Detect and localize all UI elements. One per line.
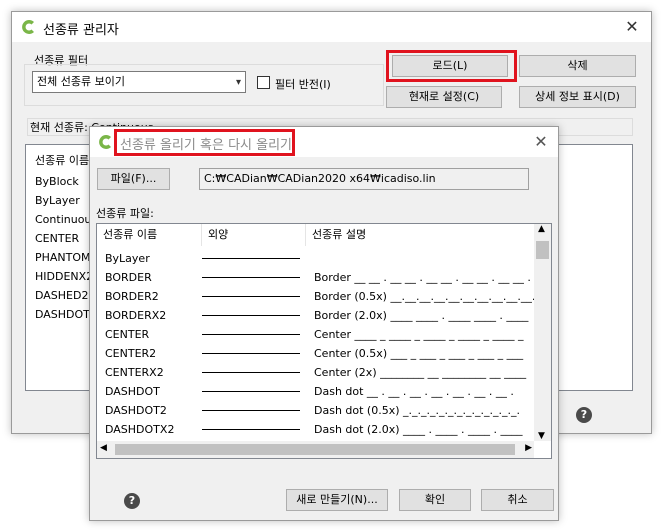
dialog-linetype-list[interactable]: 선종류 이름 외양 선종류 설명 ByLayer BORDER Border __ …: [96, 223, 552, 459]
list-item[interactable]: DASHDOT: [35, 308, 90, 321]
app-logo-icon: [22, 20, 34, 34]
load-linetype-dialog: 선종류 올리기 혹은 다시 올리기 ✕ 파일(F)... C:₩CADian₩C…: [89, 126, 559, 521]
row-name: BORDERX2: [105, 309, 167, 322]
table-row[interactable]: BORDERX2 Border (2.0x) ____ ____ . ____ _…: [97, 306, 534, 325]
new-linetype-button[interactable]: 새로 만들기(N)...: [286, 489, 388, 511]
row-appearance-line: [202, 258, 300, 259]
file-section-label: 선종류 파일:: [96, 207, 154, 220]
table-row[interactable]: BORDER Border __ __ . __ __ . __ __ . __ …: [97, 268, 534, 287]
col-header-name[interactable]: 선종류 이름: [97, 224, 202, 246]
row-appearance-line: [202, 296, 300, 297]
row-name: DASHDOT: [105, 385, 160, 398]
chevron-down-icon: ▾: [235, 77, 241, 88]
file-button[interactable]: 파일(F)...: [97, 168, 170, 190]
dialog-rows: ByLayer BORDER Border __ __ . __ __ . __ _…: [97, 249, 534, 443]
hscroll-thumb[interactable]: [115, 444, 515, 455]
delete-button[interactable]: 삭제: [519, 55, 636, 77]
table-row[interactable]: BORDER2 Border (0.5x) __.__.__.__.__.__._…: [97, 287, 534, 306]
row-name: ByLayer: [105, 252, 150, 265]
row-name: BORDER: [105, 271, 152, 284]
invert-filter-label: 필터 반전(I): [275, 78, 331, 91]
scroll-left-icon[interactable]: ◀: [100, 443, 107, 453]
table-row[interactable]: DASHDOT Dash dot __ . __ . __ . __ . __ .…: [97, 382, 534, 401]
load-button-highlight: [386, 50, 517, 82]
row-description: Center (0.5x) ___ _ ___ _ ___ _ ___ _ __…: [314, 347, 524, 360]
row-description: Dash dot (2.0x) ____ . ____ . ____ . ___…: [314, 423, 523, 436]
list-item[interactable]: CENTER: [35, 232, 79, 245]
invert-filter-checkbox[interactable]: [257, 76, 270, 89]
row-description: Dash dot (0.5x) _._._._._._._._._._._._.…: [314, 404, 520, 417]
row-appearance-line: [202, 372, 300, 373]
row-appearance-line: [202, 277, 300, 278]
vertical-scrollbar[interactable]: ▲ ▼: [534, 224, 551, 441]
scroll-thumb[interactable]: [536, 241, 549, 259]
list-item[interactable]: PHANTOM: [35, 251, 91, 264]
main-list-header: 선종류 이름: [35, 154, 90, 167]
table-row[interactable]: CENTERX2 Center (2x) ________ __ ________…: [97, 363, 534, 382]
filter-select-value: 전체 선종류 보이기: [37, 75, 125, 88]
row-appearance-line: [202, 391, 300, 392]
row-name: CENTER2: [105, 347, 157, 360]
dialog-title-highlight: [114, 129, 295, 156]
table-row[interactable]: DASHDOT2 Dash dot (0.5x) _._._._._._._._.…: [97, 401, 534, 420]
row-appearance-line: [202, 334, 300, 335]
main-help-icon[interactable]: ?: [576, 407, 592, 423]
filter-select[interactable]: 전체 선종류 보이기 ▾: [32, 71, 246, 93]
scroll-right-icon[interactable]: ▶: [525, 443, 532, 453]
details-button[interactable]: 상세 정보 표시(D): [519, 86, 636, 108]
dialog-close-icon[interactable]: ✕: [530, 131, 552, 153]
scroll-down-icon[interactable]: ▼: [538, 431, 545, 441]
row-name: BORDER2: [105, 290, 159, 303]
row-description: Center ____ _ ____ _ ____ _ ____ _ ____ …: [314, 328, 524, 341]
row-appearance-line: [202, 315, 300, 316]
table-row[interactable]: ByLayer: [97, 249, 534, 268]
row-description: Center (2x) ________ __ ________ __ ____: [314, 366, 527, 379]
dialog-help-icon[interactable]: ?: [124, 493, 140, 509]
app-logo-icon: [99, 135, 111, 149]
cancel-button[interactable]: 취소: [481, 489, 554, 511]
scroll-up-icon[interactable]: ▲: [538, 224, 545, 234]
main-titlebar: 선종류 관리자 ✕: [12, 12, 651, 42]
table-row[interactable]: CENTER2 Center (0.5x) ___ _ ___ _ ___ _ _…: [97, 344, 534, 363]
row-name: DASHDOT2: [105, 404, 167, 417]
list-item[interactable]: HIDDENX2: [35, 270, 93, 283]
row-appearance-line: [202, 353, 300, 354]
table-row[interactable]: DASHDOTX2 Dash dot (2.0x) ____ . ____ . _…: [97, 420, 534, 439]
row-description: Dash dot __ . __ . __ . __ . __ . __ . _…: [314, 385, 514, 398]
row-appearance-line: [202, 410, 300, 411]
row-name: CENTERX2: [105, 366, 164, 379]
main-title: 선종류 관리자: [43, 23, 119, 38]
list-item[interactable]: ByBlock: [35, 175, 79, 188]
row-description: Border (0.5x) __.__.__.__.__.__.__.__.__…: [314, 290, 534, 303]
set-current-button[interactable]: 현재로 설정(C): [386, 86, 502, 108]
file-path-field: C:₩CADian₩CADian2020 x64₩icadiso.lin: [199, 168, 529, 190]
horizontal-scrollbar[interactable]: ◀ ▶: [97, 441, 534, 458]
row-name: DASHDOTX2: [105, 423, 175, 436]
main-close-icon[interactable]: ✕: [621, 16, 643, 38]
list-item[interactable]: ByLayer: [35, 194, 80, 207]
row-appearance-line: [202, 429, 300, 430]
row-name: CENTER: [105, 328, 150, 341]
row-description: Border __ __ . __ __ . __ __ . __ __ . _…: [314, 271, 531, 284]
list-item[interactable]: DASHED2: [35, 289, 88, 302]
ok-button[interactable]: 확인: [399, 489, 471, 511]
row-description: Border (2.0x) ____ ____ . ____ ____ . __…: [314, 309, 529, 322]
list-item[interactable]: Continuous: [35, 213, 97, 226]
col-header-description[interactable]: 선종류 설명: [306, 224, 536, 246]
col-header-appearance[interactable]: 외양: [202, 224, 306, 246]
table-row[interactable]: CENTER Center ____ _ ____ _ ____ _ ____ _…: [97, 325, 534, 344]
